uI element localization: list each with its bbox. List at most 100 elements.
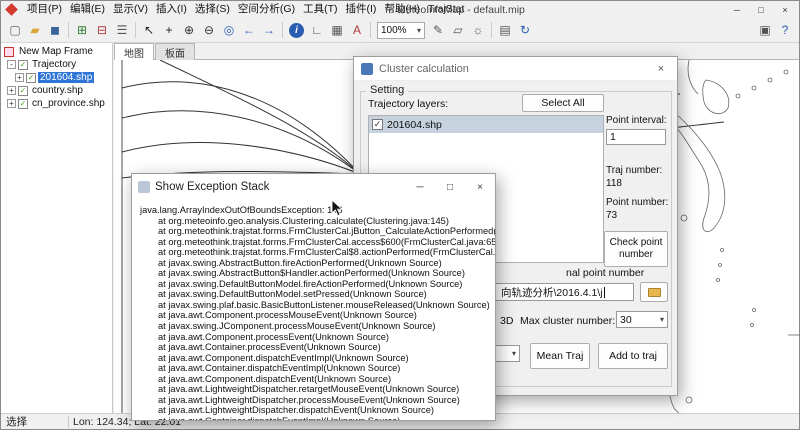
menu-item-插入(I)[interactable]: 插入(I) [152, 1, 191, 18]
menu-item-选择(S)[interactable]: 选择(S) [191, 1, 234, 18]
save-icon[interactable]: ◼ [45, 20, 65, 40]
stack-trace-line: at java.awt.Component.dispatchEvent(Unkn… [140, 374, 493, 385]
mouse-cursor [331, 199, 345, 219]
stack-trace-line: at java.awt.Component.processMouseEvent(… [140, 310, 493, 321]
new-file-icon[interactable]: ▢ [5, 20, 25, 40]
point-interval-input[interactable]: 1 [606, 129, 666, 145]
full-extent-icon[interactable]: ◎ [219, 20, 239, 40]
stack-trace-line: at javax.swing.JComponent.processMouseEv… [140, 321, 493, 332]
layer-visibility-checkbox[interactable]: ✓ [18, 60, 28, 70]
select-all-button[interactable]: Select All [522, 94, 604, 112]
maximize-icon[interactable]: □ [749, 1, 773, 18]
menu-item-显示(V)[interactable]: 显示(V) [109, 1, 152, 18]
cluster-dialog-close-icon[interactable]: × [645, 57, 677, 81]
toolbar-separator [68, 22, 69, 38]
add-to-traj-button[interactable]: Add to traj [598, 343, 668, 369]
expand-icon[interactable]: + [7, 86, 16, 95]
stack-trace-line: at java.awt.Component.dispatchEventImpl(… [140, 353, 493, 364]
stack-trace-line: at org.meteothink.trajstat.forms.FrmClus… [140, 237, 493, 248]
stack-trace-line: at java.awt.Container.processEvent(Unkno… [140, 342, 493, 353]
menu-item-工具(T)[interactable]: 工具(T) [299, 1, 341, 18]
label-icon[interactable]: A [347, 20, 367, 40]
measure-icon[interactable]: ∟ [307, 20, 327, 40]
legend-layer-country.shp[interactable]: +✓country.shp [1, 84, 112, 97]
layout-icon[interactable]: ▤ [495, 20, 515, 40]
stack-trace-line: at java.awt.LightweightDispatcher.dispat… [140, 405, 493, 416]
max-cluster-number-label: Max cluster number: [520, 315, 615, 327]
cluster-dialog-titlebar[interactable]: Cluster calculation × [354, 57, 677, 81]
max-cluster-number-combo[interactable]: 30 ▾ [616, 311, 668, 328]
result-path-value: 向轨迹分析\2016.4.1\j [501, 285, 603, 300]
open-folder-icon[interactable]: ▰ [25, 20, 45, 40]
cluster-dialog-icon [361, 63, 373, 75]
stack-trace-line: at java.awt.LightweightDispatcher.proces… [140, 395, 493, 406]
settings-icon[interactable]: ☼ [468, 20, 488, 40]
layer-label: Trajectory [30, 59, 78, 70]
legend-layer-Trajectory[interactable]: -✓Trajectory [1, 58, 112, 71]
mean-traj-button[interactable]: Mean Traj [530, 343, 590, 369]
close-icon[interactable]: × [773, 1, 797, 18]
browse-button[interactable] [640, 282, 668, 302]
legend-map-frame[interactable]: New Map Frame [1, 45, 112, 58]
select-arrow-icon[interactable]: ↖ [139, 20, 159, 40]
expand-icon[interactable]: + [15, 73, 24, 82]
layer-label: 201604.shp [38, 72, 94, 83]
cluster-number-combo[interactable]: ▾ [492, 345, 520, 362]
next-extent-icon[interactable]: → [259, 20, 279, 40]
pan-icon[interactable]: + [159, 20, 179, 40]
tab-layout[interactable]: 板面 [155, 43, 195, 60]
layer-visibility-checkbox[interactable]: ✓ [18, 86, 28, 96]
polygon-icon[interactable]: ▱ [448, 20, 468, 40]
add-layer-icon[interactable]: ⊞ [72, 20, 92, 40]
menu-item-项目(P)[interactable]: 项目(P) [23, 1, 66, 18]
layer-list-item[interactable]: ✓ 201604.shp [369, 116, 603, 133]
identify-icon[interactable]: i [289, 23, 304, 38]
titlebar: 项目(P)编辑(E)显示(V)插入(I)选择(S)空间分析(G)工具(T)插件(… [1, 1, 799, 18]
menu-item-编辑(E)[interactable]: 编辑(E) [66, 1, 109, 18]
toolbar-group-right: ✎▱☼ ▤↻ [428, 20, 535, 40]
expand-icon[interactable]: + [7, 99, 16, 108]
attribute-table-icon[interactable]: ▦ [327, 20, 347, 40]
legend-panel: New Map Frame -✓Trajectory+✓201604.shp+✓… [1, 43, 113, 413]
tab-map[interactable]: 地图 [114, 43, 154, 60]
stack-trace-line: at javax.swing.DefaultButtonModel.setPre… [140, 289, 493, 300]
map-frame-label: New Map Frame [17, 46, 95, 57]
window-controls: ─ □ × [725, 1, 797, 18]
trajectory-layers-label: Trajectory layers: [368, 98, 448, 110]
traj-number-value: 118 [606, 178, 622, 189]
legend-layer-201604.shp[interactable]: +✓201604.shp [1, 71, 112, 84]
layer-item-checkbox[interactable]: ✓ [372, 119, 383, 130]
equal-point-number-label-fragment: nal point number [566, 267, 644, 279]
menu-item-空间分析(G)[interactable]: 空间分析(G) [234, 1, 299, 18]
minimize-icon[interactable]: ─ [725, 1, 749, 18]
maximize-icon[interactable]: □ [435, 174, 465, 200]
app-window: 项目(P)编辑(E)显示(V)插入(I)选择(S)空间分析(G)工具(T)插件(… [0, 0, 800, 430]
zoom-combo[interactable]: 100% ▾ [377, 22, 425, 39]
check-point-number-button[interactable]: Check point number [604, 231, 668, 267]
stack-trace-line: at javax.swing.AbstractButton.fireAction… [140, 258, 493, 269]
point-interval-label: Point interval: [606, 115, 667, 126]
layers-icon[interactable]: ☰ [112, 20, 132, 40]
status-separator [68, 416, 69, 428]
minimize-icon[interactable]: ─ [405, 174, 435, 200]
menu-item-TrajStat[interactable]: TrajStat [424, 1, 468, 18]
menu-item-插件(I)[interactable]: 插件(I) [342, 1, 381, 18]
zoom-out-icon[interactable]: ⊖ [199, 20, 219, 40]
zoom-in-icon[interactable]: ⊕ [179, 20, 199, 40]
close-icon[interactable]: × [465, 174, 495, 200]
legend-layer-cn_province.shp[interactable]: +✓cn_province.shp [1, 97, 112, 110]
zoom-value: 100% [381, 25, 407, 36]
menu-item-帮助(H)[interactable]: 帮助(H) [380, 1, 424, 18]
prev-extent-icon[interactable]: ← [239, 20, 259, 40]
edit-icon[interactable]: ✎ [428, 20, 448, 40]
stack-trace-line: at java.awt.Component.processEvent(Unkno… [140, 332, 493, 343]
remove-layer-icon[interactable]: ⊟ [92, 20, 112, 40]
refresh-icon[interactable]: ↻ [515, 20, 535, 40]
collapse-icon[interactable]: - [7, 60, 16, 69]
exception-dialog-titlebar[interactable]: Show Exception Stack ─ □ × [132, 174, 495, 200]
stack-trace-line: at java.awt.Container.dispatchEventImpl(… [140, 363, 493, 374]
grid-icon[interactable]: ▣ [755, 20, 775, 40]
layer-visibility-checkbox[interactable]: ✓ [26, 73, 36, 83]
help-icon[interactable]: ? [775, 20, 795, 40]
layer-visibility-checkbox[interactable]: ✓ [18, 99, 28, 109]
